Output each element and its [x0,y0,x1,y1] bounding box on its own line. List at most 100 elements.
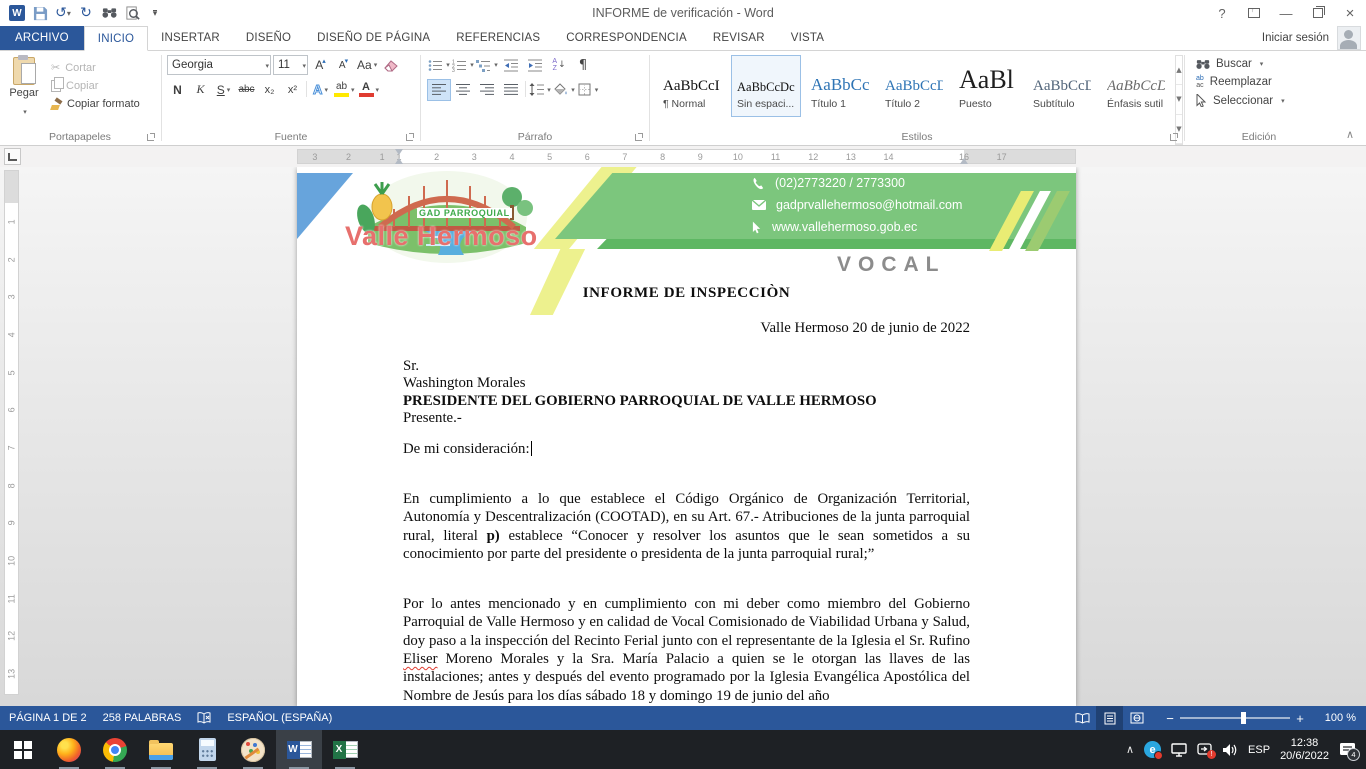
bold-button[interactable]: N [167,80,188,100]
redo-button[interactable]: ↻ [76,3,96,23]
multilevel-list-button[interactable] [476,55,498,75]
tab-revisar[interactable]: REVISAR [700,26,778,50]
taskbar-paint[interactable] [230,730,276,769]
taskbar-excel[interactable]: X [322,730,368,769]
right-indent-marker[interactable] [960,154,968,164]
sign-in[interactable]: Iniciar sesión [1262,26,1366,50]
style-titulo-2[interactable]: AaBbCcDTítulo 2 [879,55,949,117]
style-titulo-1[interactable]: AaBbCcTítulo 1 [805,55,875,117]
close-button[interactable]: × [1334,0,1366,26]
language-indicator[interactable]: ESPAÑOL (ESPAÑA) [227,712,332,724]
sort-button[interactable]: AZ ↓ [548,55,570,75]
zoom-slider-thumb[interactable] [1241,712,1246,724]
zoom-in-button[interactable]: + [1290,711,1310,726]
taskbar-calculator[interactable] [184,730,230,769]
tab-diseno[interactable]: DISEÑO [233,26,304,50]
line-spacing-button[interactable] [529,80,551,100]
justify-button[interactable] [500,80,522,100]
shrink-font-button[interactable]: A▾ [333,55,354,75]
highlight-button[interactable]: ab [333,80,356,100]
tab-vista[interactable]: VISTA [778,26,837,50]
find-button-ribbon[interactable]: Buscar [1196,58,1332,70]
shading-button[interactable] [553,80,575,100]
underline-button[interactable]: S [213,80,234,100]
document-page[interactable]: (02)2773220 / 2773300 gadprvallehermoso@… [297,167,1076,706]
notification-center-button[interactable]: 4 [1339,742,1356,757]
word-app-icon[interactable]: W [7,3,27,23]
keyboard-language[interactable]: ESP [1248,744,1270,756]
superscript-button[interactable]: x² [282,80,303,100]
save-button[interactable] [30,3,50,23]
taskbar-firefox[interactable] [46,730,92,769]
cut-button[interactable]: ✂Cortar [48,60,143,75]
increase-indent-button[interactable] [524,55,546,75]
restore-button[interactable] [1302,0,1334,26]
web-layout-button[interactable] [1123,706,1150,730]
bullets-button[interactable] [428,55,450,75]
antivirus-tray-icon[interactable]: e [1144,741,1161,758]
zoom-slider[interactable] [1180,717,1290,719]
tab-selector[interactable] [4,148,21,165]
paste-dropdown[interactable] [21,101,27,119]
borders-button[interactable] [577,80,599,100]
collapse-ribbon-button[interactable]: ∧ [1346,128,1354,141]
style-puesto[interactable]: AaBlPuesto [953,55,1023,117]
horizontal-ruler[interactable]: 321 1234567891011121314 1617 [0,146,1366,167]
page-indicator[interactable]: PÁGINA 1 DE 2 [9,712,87,724]
select-button[interactable]: Seleccionar [1196,94,1332,107]
grow-font-button[interactable]: A▴ [310,55,331,75]
show-marks-button[interactable]: ¶ [572,55,594,75]
proofing-status[interactable] [197,712,211,724]
font-color-button[interactable]: A [358,80,381,100]
style-sin-espaciado[interactable]: AaBbCcDcSin espaci... [731,55,801,117]
network-tray-icon[interactable] [1171,743,1187,757]
align-left-button[interactable] [428,80,450,100]
sync-alert-tray-icon[interactable]: ! [1197,743,1212,756]
ribbon-display-button[interactable] [1238,0,1270,26]
decrease-indent-button[interactable] [500,55,522,75]
text-effects-button[interactable]: A [310,80,331,100]
tab-inicio[interactable]: INICIO [84,26,148,51]
taskbar-word[interactable]: W [276,730,322,769]
zoom-level[interactable]: 100 % [1310,712,1366,724]
tray-expand-chevron[interactable]: ∧ [1126,743,1134,756]
paragraph-dialog-launcher[interactable] [635,132,644,141]
style-normal[interactable]: AaBbCcI¶ Normal [657,55,727,117]
vertical-ruler[interactable]: 12345678910111213 [0,167,24,706]
word-count[interactable]: 258 PALABRAS [103,712,182,724]
style-enfasis-sutil[interactable]: AaBbCcDÉnfasis sutil [1101,55,1171,117]
style-subtitulo[interactable]: AaBbCcDSubtítulo [1027,55,1097,117]
italic-button[interactable]: K [190,80,211,100]
format-painter-button[interactable]: Copiar formato [48,97,143,111]
volume-tray-icon[interactable] [1222,743,1238,757]
change-case-button[interactable]: Aa [356,55,378,75]
customize-qat-button[interactable]: ▾ [145,3,165,23]
tab-referencias[interactable]: REFERENCIAS [443,26,553,50]
document-area[interactable]: 12345678910111213 [0,167,1366,706]
font-size-combo[interactable]: 11 [273,55,308,75]
zoom-out-button[interactable]: − [1160,711,1180,726]
align-right-button[interactable] [476,80,498,100]
undo-button[interactable]: ↺▾ [53,3,73,23]
tab-archivo[interactable]: ARCHIVO [0,26,84,50]
strikethrough-button[interactable]: abc [236,80,257,100]
tab-correspondencia[interactable]: CORRESPONDENCIA [553,26,700,50]
start-button[interactable] [0,730,46,769]
clock[interactable]: 12:38 20/6/2022 [1280,737,1329,763]
font-family-combo[interactable]: Georgia [167,55,271,75]
taskbar-explorer[interactable] [138,730,184,769]
read-mode-button[interactable] [1069,706,1096,730]
styles-scroll-up[interactable]: ▲ [1176,56,1182,85]
styles-dialog-launcher[interactable] [1170,132,1179,141]
styles-scroll-down[interactable]: ▼ [1176,85,1182,114]
minimize-button[interactable]: — [1270,0,1302,26]
align-center-button[interactable] [452,80,474,100]
clipboard-dialog-launcher[interactable] [147,132,156,141]
tab-insertar[interactable]: INSERTAR [148,26,233,50]
print-preview-button[interactable] [122,3,142,23]
taskbar-chrome[interactable] [92,730,138,769]
find-button[interactable] [99,3,119,23]
copy-button[interactable]: Copiar [48,79,143,93]
font-dialog-launcher[interactable] [406,132,415,141]
numbering-button[interactable]: 123 [452,55,474,75]
